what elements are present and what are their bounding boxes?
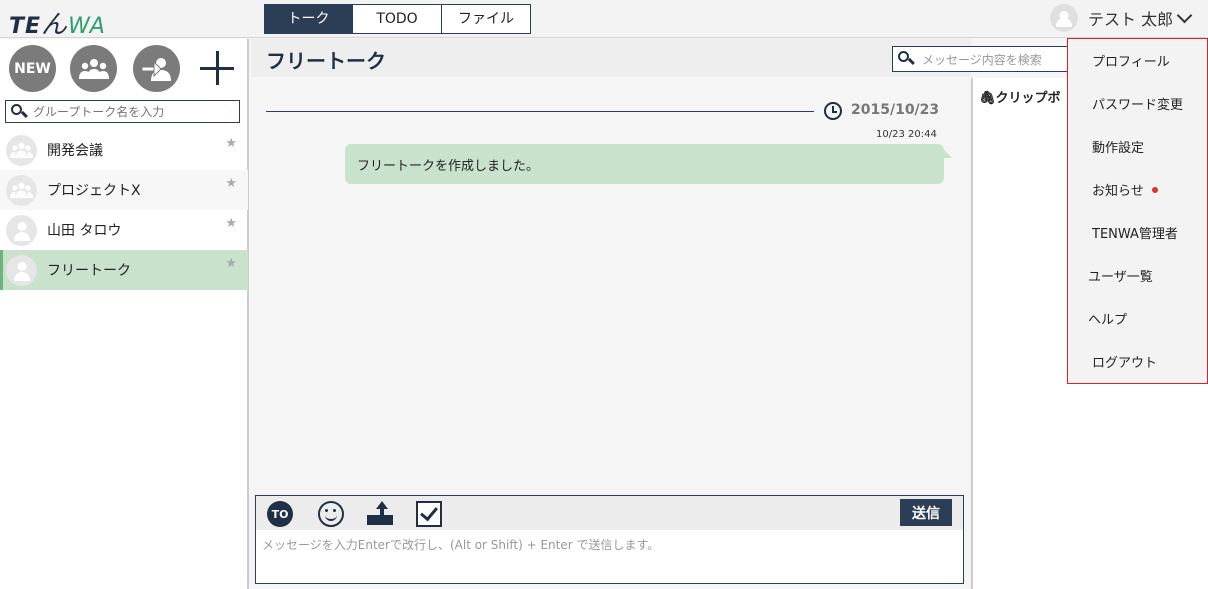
user-dropdown-menu: プロフィール パスワード変更 動作設定 お知らせ TENWA管理者 ユーザ一覧 …	[1067, 38, 1208, 384]
date-divider	[266, 111, 814, 112]
group-button[interactable]	[70, 45, 117, 92]
user-name: テスト 太郎	[1088, 10, 1174, 29]
composer-toolbar: TO 送信	[256, 496, 963, 530]
search-icon	[898, 51, 915, 67]
menu-item-admin[interactable]: TENWA管理者	[1068, 223, 1208, 243]
menu-item-users[interactable]: ユーザ一覧	[1068, 266, 1208, 286]
logo-text-wa: WA	[68, 14, 106, 39]
todo-checkbox-icon[interactable]	[416, 501, 442, 527]
message-timestamp: 10/23 20:44	[876, 129, 937, 140]
chevron-down-icon	[1176, 7, 1193, 23]
join-button[interactable]	[133, 45, 180, 92]
group-search-field[interactable]	[5, 100, 240, 123]
star-icon[interactable]: ★	[225, 176, 237, 191]
clipboard-title: 🖇クリップボ	[979, 87, 1061, 106]
menu-item-password[interactable]: パスワード変更	[1068, 94, 1208, 114]
notification-badge	[1152, 187, 1158, 193]
menu-item-label: パスワード変更	[1092, 98, 1184, 113]
room-item[interactable]: 山田 タロウ ★	[0, 210, 248, 250]
group-avatar-icon	[6, 175, 37, 206]
menu-item-label: ヘルプ	[1088, 313, 1128, 328]
date-label: 2015/10/23	[851, 102, 940, 118]
menu-item-notices[interactable]: お知らせ	[1068, 180, 1208, 200]
logo-text-n: ん	[41, 10, 69, 40]
search-icon	[11, 103, 28, 120]
menu-item-label: 動作設定	[1092, 141, 1145, 156]
star-icon[interactable]: ★	[225, 256, 237, 271]
paperclip-icon: 🖇	[979, 91, 996, 106]
clock-icon	[824, 102, 842, 120]
logo-text-te: TE	[9, 14, 42, 39]
to-mention-icon[interactable]: TO	[267, 501, 293, 527]
message-bubble[interactable]: フリートークを作成しました。	[345, 144, 952, 184]
tenwa-logo[interactable]: TEんWA	[9, 4, 106, 41]
add-icon[interactable]	[200, 51, 234, 85]
room-name: 開発会議	[47, 143, 103, 159]
message-composer: TO 送信 メッセージを入力Enterで改行し、(Alt or Shift) +…	[255, 495, 964, 584]
menu-item-label: TENWA管理者	[1092, 227, 1178, 242]
message-search-field[interactable]: メッセージ内容を検索	[892, 46, 1072, 72]
menu-item-label: ユーザ一覧	[1088, 270, 1153, 285]
group-icon	[78, 58, 109, 79]
user-avatar-icon	[6, 255, 37, 286]
user-menu-toggle[interactable]: テスト 太郎	[1050, 4, 1193, 32]
star-icon[interactable]: ★	[225, 136, 237, 151]
menu-item-profile[interactable]: プロフィール	[1068, 51, 1208, 71]
room-name: フリートーク	[47, 263, 131, 279]
message-input[interactable]: メッセージを入力Enterで改行し、(Alt or Shift) + Enter…	[262, 536, 659, 553]
sidebar: NEW 開発会議 ★	[0, 39, 249, 589]
star-icon[interactable]: ★	[225, 216, 237, 231]
user-avatar-icon	[6, 215, 37, 246]
message-text: フリートークを作成しました。	[357, 158, 540, 174]
menu-item-label: プロフィール	[1092, 55, 1170, 70]
menu-item-settings[interactable]: 動作設定	[1068, 137, 1208, 157]
group-search-input[interactable]	[33, 104, 233, 119]
main-tabs: トーク TODO ファイル	[264, 4, 531, 34]
new-talk-button[interactable]: NEW	[9, 45, 56, 92]
room-list: 開発会議 ★ プロジェクトX ★ 山田 タロウ ★ フリートーク ★	[0, 130, 248, 290]
chat-header: フリートーク メッセージ内容を検索	[251, 39, 1072, 77]
room-item-active[interactable]: フリートーク ★	[0, 250, 248, 290]
send-button[interactable]: 送信	[900, 499, 952, 526]
menu-item-help[interactable]: ヘルプ	[1068, 309, 1208, 329]
menu-item-logout[interactable]: ログアウト	[1068, 352, 1208, 372]
user-avatar-icon	[1050, 4, 1078, 32]
chat-panel: フリートーク メッセージ内容を検索 2015/10/23 10/23 20:44…	[251, 39, 1072, 589]
tab-todo[interactable]: TODO	[353, 5, 442, 33]
chat-title: フリートーク	[266, 49, 386, 73]
tab-talk[interactable]: トーク	[265, 5, 353, 33]
upload-icon[interactable]	[367, 501, 393, 527]
menu-item-label: お知らせ	[1092, 184, 1144, 199]
top-bar: TEんWA トーク TODO ファイル テスト 太郎	[0, 0, 1208, 41]
room-item[interactable]: プロジェクトX ★	[0, 170, 248, 210]
sidebar-actions: NEW	[0, 39, 248, 97]
tab-file[interactable]: ファイル	[442, 5, 530, 33]
room-name: 山田 タロウ	[47, 223, 122, 239]
user-enter-icon	[141, 57, 171, 81]
menu-item-label: ログアウト	[1092, 356, 1158, 371]
emoji-icon[interactable]	[318, 501, 344, 527]
room-item[interactable]: 開発会議 ★	[0, 130, 248, 170]
room-name: プロジェクトX	[47, 183, 141, 199]
message-search-placeholder: メッセージ内容を検索	[922, 52, 1042, 67]
clipboard-title-text: クリップボ	[995, 91, 1061, 106]
group-avatar-icon	[6, 135, 37, 166]
